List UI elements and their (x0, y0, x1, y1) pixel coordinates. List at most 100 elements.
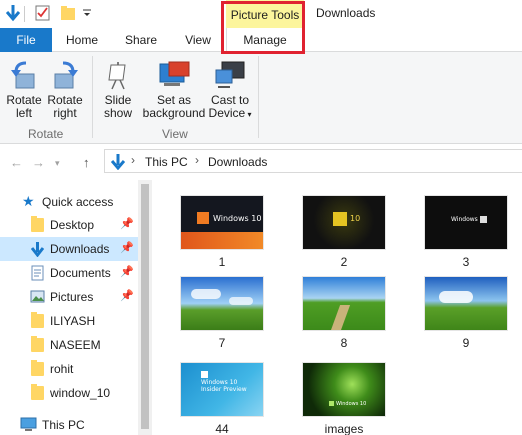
set-background-icon (159, 61, 190, 86)
group-separator (92, 56, 93, 138)
customize-toolbar-icon[interactable] (82, 8, 92, 18)
down-arrow-icon[interactable] (6, 4, 20, 22)
nav-label: Quick access (42, 195, 114, 209)
back-icon[interactable]: ← (10, 155, 23, 170)
nav-item-documents[interactable]: Documents 📌 (0, 261, 138, 285)
thumbnail (180, 276, 264, 331)
set-background-label-2: background (142, 106, 206, 120)
rotate-left-icon (11, 61, 35, 89)
nav-item-window-10[interactable]: window_10 (0, 381, 138, 405)
nav-item-downloads[interactable]: Downloads 📌 (0, 237, 138, 261)
cast-label-1: Cast to (210, 93, 249, 107)
thumb-text: Windows 10 (213, 214, 262, 223)
file-item-2[interactable]: 10 2 (294, 195, 394, 275)
tab-home[interactable]: Home (60, 28, 104, 52)
rotate-left-label-1: Rotate (6, 93, 42, 107)
qa-separator (24, 6, 25, 22)
downloads-icon (111, 154, 125, 170)
picture-tools-group-label: Picture Tools (226, 0, 304, 28)
file-item-8[interactable]: 8 (294, 276, 394, 356)
thumb-text: Windows 10 Insider Preview (201, 379, 247, 393)
slideshow-label-2: show (103, 106, 132, 120)
view-group-label: View (162, 127, 188, 141)
cast-label-2: Device (208, 106, 246, 120)
thumbnail (302, 276, 386, 331)
pin-icon[interactable]: 📌 (120, 217, 134, 230)
breadcrumb-this-pc[interactable]: This PC (145, 155, 188, 169)
folder-icon (31, 312, 44, 328)
folder-icon (31, 360, 44, 376)
group-separator (258, 56, 259, 138)
new-folder-icon[interactable] (60, 5, 76, 21)
breadcrumb-separator[interactable]: › (131, 153, 135, 167)
up-icon[interactable]: ↑ (83, 155, 90, 170)
nav-item-pictures[interactable]: Pictures 📌 (0, 285, 138, 309)
nav-label: rohit (50, 362, 74, 376)
thumb-text: 10 (350, 214, 361, 223)
folder-icon (31, 336, 44, 352)
rotate-left-button[interactable]: Rotate left (4, 60, 44, 120)
pin-icon[interactable]: 📌 (120, 289, 134, 302)
file-item-9[interactable]: 9 (416, 276, 516, 356)
tab-manage[interactable]: Manage (226, 28, 304, 53)
breadcrumb-separator[interactable]: › (195, 153, 199, 167)
tab-file[interactable]: File (0, 28, 52, 52)
nav-item-this-pc[interactable]: This PC (0, 413, 138, 435)
folder-icon (31, 384, 44, 400)
scrollbar-thumb[interactable] (141, 184, 149, 429)
window-title: Downloads (316, 6, 376, 20)
nav-scrollbar[interactable] (138, 180, 152, 435)
recent-locations-icon[interactable]: ▾ (55, 158, 60, 169)
set-as-background-button[interactable]: Set as background (140, 60, 208, 120)
nav-label: Documents (50, 266, 111, 280)
file-name: 7 (218, 336, 226, 350)
pin-icon[interactable]: 📌 (120, 241, 134, 254)
computer-icon (20, 417, 37, 431)
thumbnail: Windows (424, 195, 508, 250)
rotate-right-label-2: right (53, 106, 77, 120)
thumbnail: Windows 10 (302, 362, 386, 417)
rotate-right-button[interactable]: Rotate right (45, 60, 85, 120)
star-icon: ★ (22, 193, 35, 209)
file-item-44[interactable]: Windows 10 Insider Preview 44 (172, 362, 272, 435)
thumb-text: Windows 10 (336, 401, 367, 407)
nav-item-naseem[interactable]: NASEEM (0, 333, 138, 357)
rotate-group-label: Rotate (28, 127, 64, 141)
slideshow-button[interactable]: Slide show (98, 60, 138, 120)
file-item-7[interactable]: 7 (172, 276, 272, 356)
navigation-pane: ★ Quick access Desktop 📌 Downloads 📌 Doc… (0, 180, 152, 435)
dropdown-arrow-icon: ▾ (245, 110, 252, 119)
file-name: 3 (462, 255, 470, 269)
nav-label: ILIYASH (50, 314, 96, 328)
file-name: images (324, 422, 364, 435)
file-item-1[interactable]: Windows 10 1 (172, 195, 272, 275)
properties-icon[interactable] (35, 5, 50, 21)
rotate-left-label-2: left (15, 106, 32, 120)
thumb-text: Windows (451, 216, 478, 223)
thumbnail: Windows 10 Insider Preview (180, 362, 264, 417)
address-bar[interactable]: › This PC › Downloads (104, 149, 522, 173)
breadcrumb-downloads[interactable]: Downloads (208, 155, 267, 169)
nav-label: window_10 (50, 386, 111, 400)
rotate-right-label-1: Rotate (47, 93, 83, 107)
file-name: 44 (215, 422, 229, 435)
cast-to-device-button[interactable]: Cast to Device ▾ (206, 60, 254, 121)
forward-icon[interactable]: → (32, 155, 45, 170)
set-background-label-1: Set as (156, 93, 192, 107)
nav-label: Desktop (50, 218, 95, 232)
pin-icon[interactable]: 📌 (120, 265, 134, 278)
slideshow-icon (108, 62, 126, 90)
file-item-images[interactable]: Windows 10 images (294, 362, 394, 435)
downloads-icon (31, 242, 44, 257)
nav-quick-access[interactable]: ★ Quick access (0, 190, 138, 214)
nav-item-iliyash[interactable]: ILIYASH (0, 309, 138, 333)
nav-item-rohit[interactable]: rohit (0, 357, 138, 381)
thumbnail (424, 276, 508, 331)
tab-share[interactable]: Share (118, 28, 164, 52)
file-name: 8 (340, 336, 348, 350)
nav-label: This PC (42, 418, 85, 432)
ribbon-panel: Rotate left Rotate right Rotate Slide sh… (0, 52, 522, 144)
nav-item-desktop[interactable]: Desktop 📌 (0, 213, 138, 237)
file-item-3[interactable]: Windows 3 (416, 195, 516, 275)
tab-view[interactable]: View (178, 28, 218, 52)
